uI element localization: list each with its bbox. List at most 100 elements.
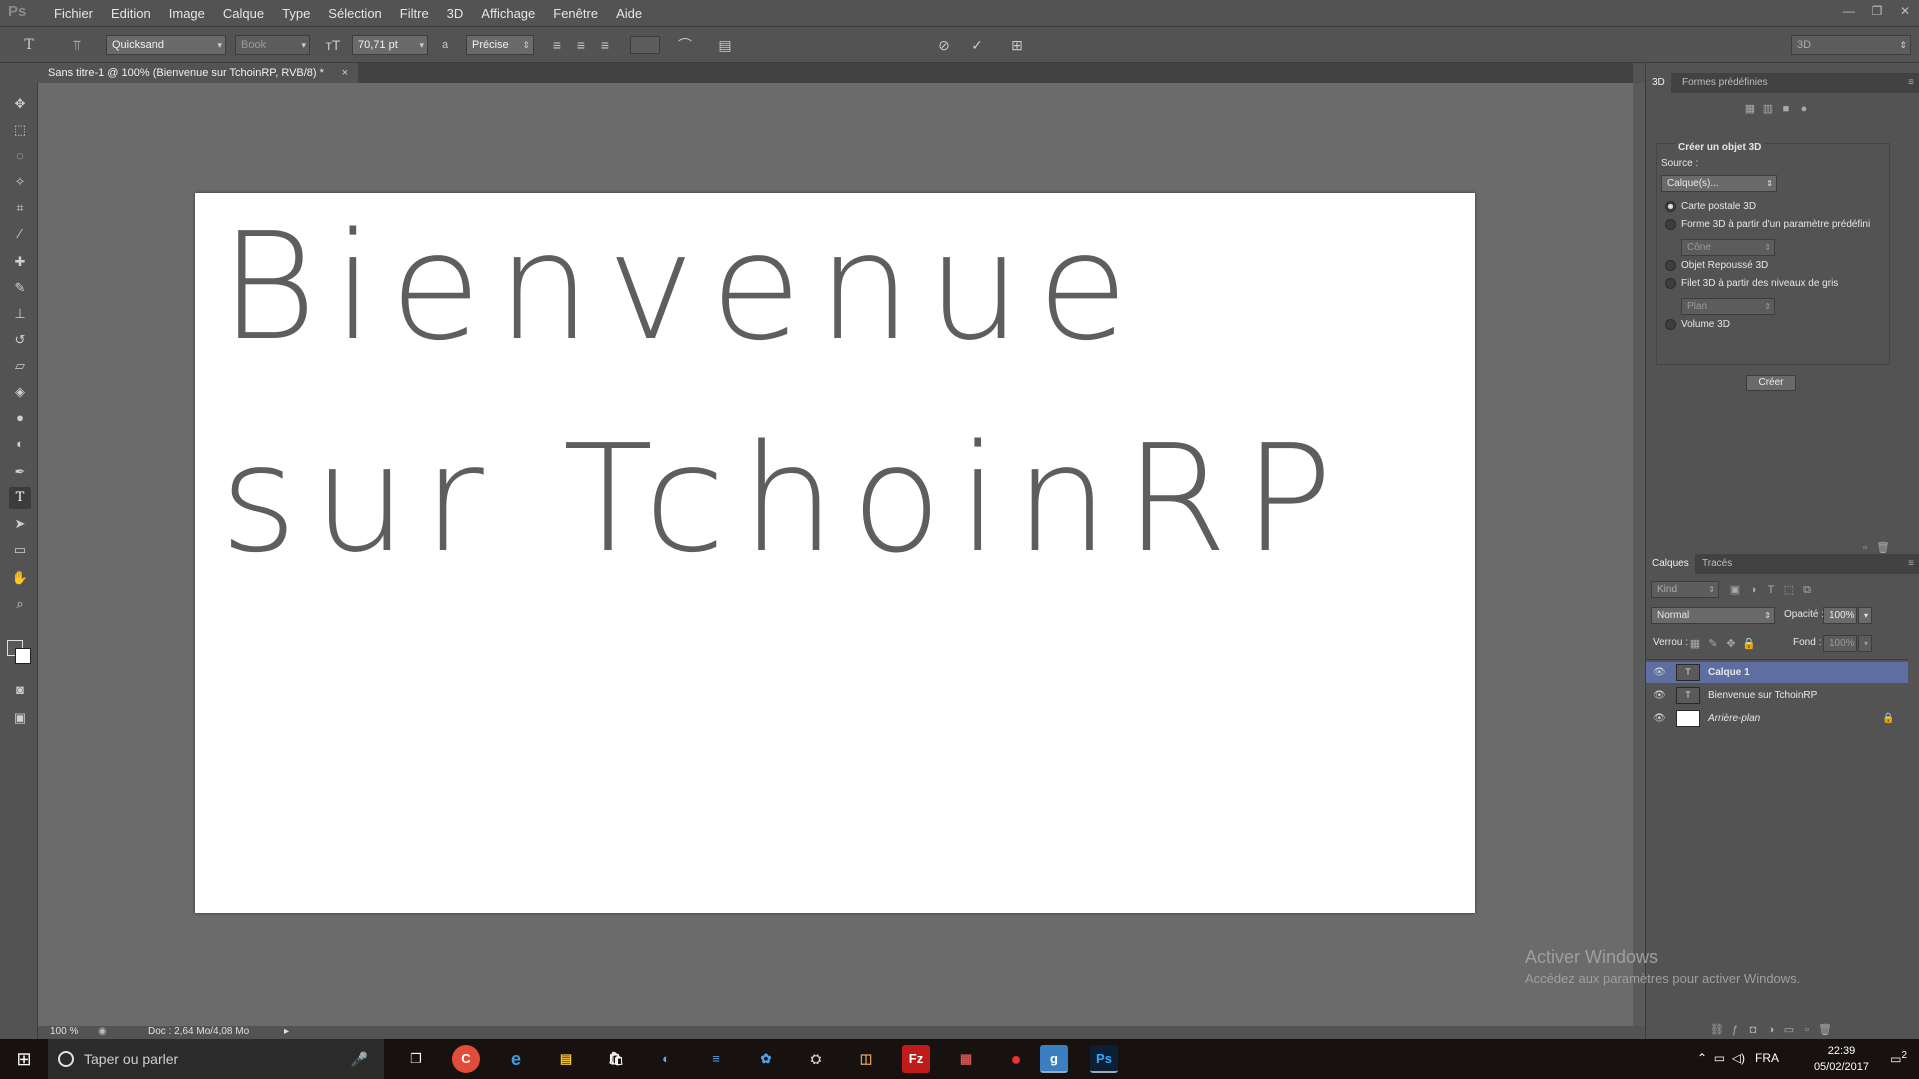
filter-pixel-icon[interactable]: ▣	[1726, 583, 1744, 596]
radio-filet-3d[interactable]	[1665, 278, 1676, 289]
close-button[interactable]: ✕	[1891, 0, 1919, 27]
restore-button[interactable]: ❐	[1863, 0, 1891, 27]
font-size-input[interactable]: 70,71 pt ▾	[352, 35, 428, 55]
task-view-icon[interactable]: ❐	[402, 1045, 430, 1073]
chrome-icon[interactable]: C	[452, 1045, 480, 1073]
clone-stamp-tool-icon[interactable]: ⊥	[9, 303, 31, 325]
mesh-select[interactable]: Plan ⇕	[1681, 298, 1775, 315]
vertical-scrollbar[interactable]	[1633, 83, 1645, 1026]
menu-3d[interactable]: 3D	[438, 0, 473, 27]
menu-edition[interactable]: Edition	[102, 0, 160, 27]
layer-row[interactable]: 👁 T Bienvenue sur TchoinRP	[1646, 685, 1908, 706]
new-group-icon[interactable]: ▭	[1780, 1023, 1798, 1036]
character-panel-icon[interactable]: ▤	[716, 36, 734, 54]
delete-layer-icon[interactable]: 🗑	[1816, 1023, 1834, 1036]
quick-mask-icon[interactable]: ◙	[9, 679, 31, 701]
menu-calque[interactable]: Calque	[214, 0, 273, 27]
type-tool-icon[interactable]: T	[9, 487, 31, 509]
crop-tool-icon[interactable]: ⌗	[9, 197, 31, 219]
filezilla-icon[interactable]: Fz	[902, 1045, 930, 1073]
marquee-tool-icon[interactable]: ⬚	[9, 119, 31, 141]
brush-tool-icon[interactable]: ✎	[9, 277, 31, 299]
menu-image[interactable]: Image	[160, 0, 214, 27]
link-layers-icon[interactable]: ⛓	[1708, 1023, 1726, 1036]
blur-tool-icon[interactable]: ●	[9, 407, 31, 429]
zoom-level[interactable]: 100 %	[50, 1026, 78, 1037]
menu-selection[interactable]: Sélection	[319, 0, 390, 27]
lock-transparency-icon[interactable]: ▦	[1686, 637, 1704, 650]
tab-formes-predefinies[interactable]: Formes prédéfinies	[1676, 73, 1774, 93]
menu-affichage[interactable]: Affichage	[472, 0, 544, 27]
move-tool-icon[interactable]: ✥	[9, 93, 31, 115]
font-family-select[interactable]: Quicksand ▾	[106, 35, 226, 55]
3d-scene-icon[interactable]: ▦	[1741, 102, 1759, 115]
fx-icon[interactable]: ƒ	[1726, 1024, 1744, 1036]
document-tab[interactable]: Sans titre-1 @ 100% (Bienvenue sur Tchoi…	[38, 63, 358, 83]
3d-mesh-icon[interactable]: ▥	[1759, 102, 1777, 115]
hand-tool-icon[interactable]: ✋	[9, 567, 31, 589]
store-icon[interactable]: 🛍	[602, 1045, 630, 1073]
cortana-search-box[interactable]: Taper ou parler 🎤	[48, 1039, 384, 1079]
source-select[interactable]: Calque(s)... ⇕	[1661, 175, 1777, 192]
app-icon[interactable]: ◐	[652, 1045, 680, 1073]
layer-filter-select[interactable]: Kind ⇕	[1651, 581, 1719, 598]
status-info-icon[interactable]: ◉	[98, 1026, 107, 1037]
filter-type-icon[interactable]: T	[1762, 584, 1780, 596]
notification-center-icon[interactable]: ▭2	[1890, 1050, 1907, 1066]
chevron-up-icon[interactable]: ⌃	[1697, 1051, 1707, 1065]
dodge-tool-icon[interactable]: ◐	[9, 433, 31, 455]
radio-objet-repousse[interactable]	[1665, 260, 1676, 271]
visibility-eye-icon[interactable]: 👁	[1653, 685, 1666, 706]
paint-bucket-tool-icon[interactable]: ◈	[9, 381, 31, 403]
filter-shape-icon[interactable]: ⬚	[1780, 583, 1798, 596]
document-app-icon[interactable]: ≡	[702, 1045, 730, 1073]
background-color-swatch[interactable]	[15, 648, 31, 664]
tab-traces[interactable]: Tracés	[1696, 554, 1738, 574]
archive-app-icon[interactable]: ◫	[852, 1045, 880, 1073]
lock-all-icon[interactable]: 🔒	[1740, 637, 1758, 650]
radio-carte-postale[interactable]	[1665, 201, 1676, 212]
gmod-icon[interactable]: g	[1040, 1045, 1068, 1073]
filter-smart-icon[interactable]: ⧉	[1798, 584, 1816, 597]
new-layer-icon[interactable]: ▫	[1798, 1024, 1816, 1036]
opacity-dropdown[interactable]: ▾	[1858, 607, 1872, 624]
new-icon[interactable]: ▫	[1856, 542, 1874, 554]
menu-fichier[interactable]: Fichier	[45, 0, 102, 27]
3d-light-icon[interactable]: ●	[1795, 103, 1813, 115]
winrar-icon[interactable]: ▦	[952, 1045, 980, 1073]
shape-select[interactable]: Cône ⇕	[1681, 239, 1775, 256]
panel-menu-icon[interactable]: ≡	[1902, 554, 1919, 574]
fill-dropdown[interactable]: ▾	[1858, 635, 1872, 652]
align-left-icon[interactable]: ≡	[548, 36, 566, 54]
radio-forme-3d[interactable]	[1665, 219, 1676, 230]
app-icon[interactable]: ✿	[752, 1045, 780, 1073]
fill-input[interactable]: 100%	[1823, 635, 1857, 652]
path-selection-tool-icon[interactable]: ➤	[9, 513, 31, 535]
visibility-eye-icon[interactable]: 👁	[1653, 708, 1666, 729]
align-right-icon[interactable]: ≡	[596, 36, 614, 54]
tab-3d[interactable]: 3D	[1646, 73, 1671, 93]
photoshop-taskbar-icon[interactable]: Ps	[1090, 1045, 1118, 1073]
radio-volume-3d[interactable]	[1665, 319, 1676, 330]
filter-adjust-icon[interactable]: ◑	[1744, 584, 1762, 596]
menu-aide[interactable]: Aide	[607, 0, 651, 27]
panel-menu-icon[interactable]: ≡	[1902, 73, 1919, 93]
rectangle-tool-icon[interactable]: ▭	[9, 539, 31, 561]
document-canvas[interactable]: Bienvenue sur TchoinRP	[195, 193, 1475, 913]
lock-position-icon[interactable]: ✥	[1722, 637, 1740, 650]
status-menu-arrow-icon[interactable]: ▸	[284, 1026, 289, 1037]
align-center-icon[interactable]: ≡	[572, 36, 590, 54]
workspace-select[interactable]: 3D ⇕	[1791, 35, 1911, 55]
history-brush-tool-icon[interactable]: ↺	[9, 329, 31, 351]
windows-start-icon[interactable]: ⊞	[0, 1039, 48, 1079]
font-style-select[interactable]: Book ▾	[235, 35, 310, 55]
warp-text-icon[interactable]: ⌒	[676, 36, 694, 54]
menu-fenetre[interactable]: Fenêtre	[544, 0, 607, 27]
3d-text-icon[interactable]: ⊞	[1008, 36, 1026, 54]
visibility-eye-icon[interactable]: 👁	[1653, 662, 1666, 683]
eyedropper-tool-icon[interactable]: ⁄	[9, 223, 31, 245]
minimize-button[interactable]: —	[1835, 0, 1863, 27]
microphone-icon[interactable]: 🎤	[351, 1039, 368, 1079]
screen-mode-icon[interactable]: ▣	[9, 707, 31, 729]
network-icon[interactable]: ▭	[1714, 1051, 1725, 1065]
